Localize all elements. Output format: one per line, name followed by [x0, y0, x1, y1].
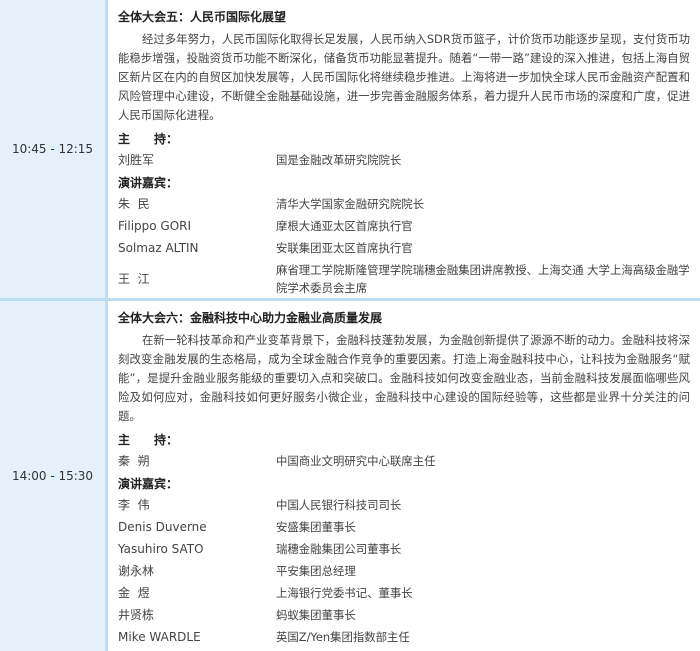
speaker-item: Solmaz ALTIN 安联集团亚太区首席执行官 — [118, 237, 690, 259]
person-name: 金 煜 — [118, 586, 150, 600]
person-role: 中国商业文明研究中心联席主任 — [276, 454, 436, 468]
session-title: 全体大会五：人民币国际化展望 — [118, 10, 287, 24]
person-name: Mike WARDLE — [118, 630, 201, 644]
speaker-item: 井贤栋 蚂蚁集团董事长 — [118, 604, 690, 626]
person-name: Filippo GORI — [118, 219, 192, 233]
person-role: 麻省理工学院斯隆管理学院瑞穗金融集团讲席教授、上海交通 大学上海高级金融学院学术… — [276, 263, 690, 295]
session-row: 14:00 - 15:30 全体大会六：金融科技中心助力金融业高质量发展 在新一… — [0, 301, 700, 651]
session-time: 10:45 - 12:15 — [0, 0, 108, 298]
speaker-item: Mike WARDLE 英国Z/Yen集团指数部主任 — [118, 626, 690, 648]
host-item: 秦 朔 中国商业文明研究中心联席主任 — [118, 450, 690, 472]
speaker-item: 王 江 麻省理工学院斯隆管理学院瑞穗金融集团讲席教授、上海交通 大学上海高级金融… — [118, 259, 690, 299]
person-name: Solmaz ALTIN — [118, 241, 199, 255]
person-role: 中国人民银行科技司司长 — [276, 498, 402, 512]
speaker-item: Denis Duverne 安盛集团董事长 — [118, 516, 690, 538]
speaker-item: 朱 民 清华大学国家金融研究院院长 — [118, 193, 690, 215]
person-name: Denis Duverne — [118, 520, 207, 534]
session-content: 全体大会五：人民币国际化展望 经过多年努力，人民币国际化取得长足发展，人民币纳入… — [108, 0, 700, 298]
person-name: 秦 朔 — [118, 454, 150, 468]
session-description: 在新一轮科技革命和产业变革背景下，金融科技蓬勃发展，为金融创新提供了源源不断的动… — [118, 333, 690, 423]
speaker-item: Filippo GORI 摩根大通亚太区首席执行官 — [118, 215, 690, 237]
person-name: 王 江 — [118, 272, 150, 286]
person-name: 李 伟 — [118, 498, 150, 512]
speaker-item: 谢永林 平安集团总经理 — [118, 560, 690, 582]
person-name: 井贤栋 — [118, 608, 155, 622]
person-name: 朱 民 — [118, 197, 150, 211]
person-role: 摩根大通亚太区首席执行官 — [276, 219, 413, 233]
host-label: 主 持： — [118, 433, 179, 447]
person-name: 刘胜军 — [118, 153, 155, 167]
person-role: 安联集团亚太区首席执行官 — [276, 241, 413, 255]
speaker-label: 演讲嘉宾： — [118, 176, 179, 190]
speaker-item: 李 伟 中国人民银行科技司司长 — [118, 494, 690, 516]
session-title: 全体大会六：金融科技中心助力金融业高质量发展 — [118, 311, 383, 325]
person-role: 国是金融改革研究院院长 — [276, 153, 402, 167]
person-role: 上海银行党委书记、董事长 — [276, 586, 413, 600]
person-role: 平安集团总经理 — [276, 564, 356, 578]
person-name: Yasuhiro SATO — [118, 542, 204, 556]
speaker-label: 演讲嘉宾： — [118, 477, 179, 491]
session-time: 14:00 - 15:30 — [0, 301, 108, 651]
person-role: 蚂蚁集团董事长 — [276, 608, 356, 622]
person-role: 瑞穗金融集团公司董事长 — [276, 542, 402, 556]
person-role: 清华大学国家金融研究院院长 — [276, 197, 425, 211]
session-content: 全体大会六：金融科技中心助力金融业高质量发展 在新一轮科技革命和产业变革背景下，… — [108, 301, 700, 651]
speaker-item: 金 煜 上海银行党委书记、董事长 — [118, 582, 690, 604]
person-role: 安盛集团董事长 — [276, 520, 356, 534]
speaker-item: Yasuhiro SATO 瑞穗金融集团公司董事长 — [118, 538, 690, 560]
host-item: 刘胜军 国是金融改革研究院院长 — [118, 149, 690, 171]
person-name: 谢永林 — [118, 564, 155, 578]
person-role: 英国Z/Yen集团指数部主任 — [276, 630, 410, 644]
session-row: 10:45 - 12:15 全体大会五：人民币国际化展望 经过多年努力，人民币国… — [0, 0, 700, 301]
session-description: 经过多年努力，人民币国际化取得长足发展，人民币纳入SDR货币篮子，计价货币功能逐… — [118, 32, 690, 122]
agenda-table: 10:45 - 12:15 全体大会五：人民币国际化展望 经过多年努力，人民币国… — [0, 0, 700, 651]
host-label: 主 持： — [118, 132, 179, 146]
